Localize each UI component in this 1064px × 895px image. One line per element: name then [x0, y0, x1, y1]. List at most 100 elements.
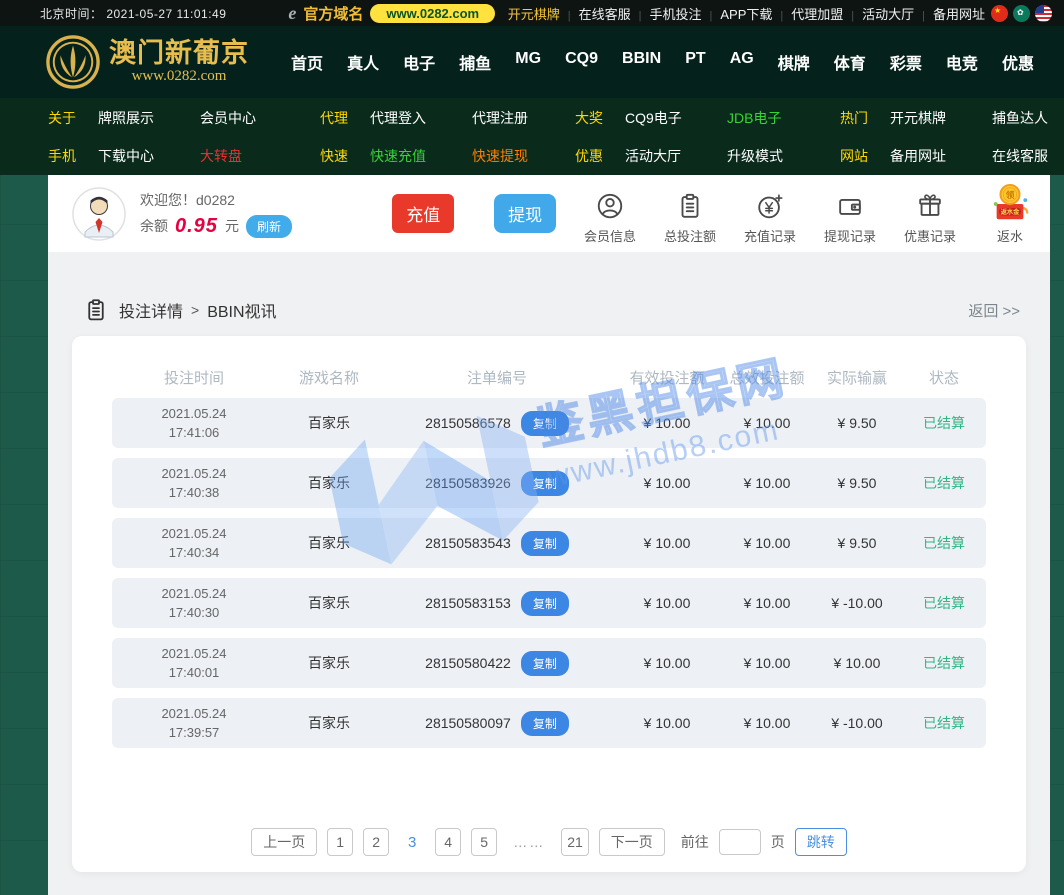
rebate-link[interactable]: 返水金 领 返水 [970, 183, 1050, 245]
main-nav-item[interactable]: 捕鱼 [459, 50, 491, 74]
promo-record-icon [919, 193, 941, 216]
official-domain-group: 官方域名 www.0282.com [288, 3, 496, 24]
copy-button[interactable]: 复制 [520, 710, 569, 736]
member-info-link[interactable]: 会员信息 [570, 183, 650, 245]
page-number-button[interactable]: 5 [471, 828, 498, 856]
user-bar: 欢迎您！d0282 余额 0.95 元 刷新 充值 提现 会员信息 总投注额 充… [48, 175, 1050, 252]
col-header-valid-amount: 有效投注额 [629, 369, 705, 387]
copy-button[interactable]: 复制 [520, 590, 569, 616]
cell-total-amount: ¥ 10.00 [743, 415, 791, 431]
next-page-button[interactable]: 下一页 [598, 828, 665, 856]
cell-win-loss: ¥ 10.00 [833, 655, 881, 671]
jump-button[interactable]: 跳转 [794, 828, 847, 856]
total-bets-link[interactable]: 总投注额 [650, 183, 730, 245]
subnav-link[interactable]: 牌照展示 [98, 108, 200, 128]
main-nav-item[interactable]: 优惠 [1002, 50, 1034, 74]
withdraw-record-link[interactable]: 提现记录 [810, 183, 890, 245]
pagination: 上一页 1 2 3 4 5 …… 21 下一页 前往 页 跳转 [112, 828, 986, 856]
site-logo[interactable]: 澳门新葡京 www.0282.com [46, 35, 249, 89]
member-info-icon [597, 193, 623, 218]
table-row: 2021.05.24 17:41:06 百家乐 28150586578 复制 ¥… [112, 398, 986, 448]
subnav-link[interactable]: 捕鱼达人 [992, 108, 1048, 128]
subnav-link[interactable]: 下载中心 [98, 146, 200, 166]
back-link[interactable]: 返回 >> [968, 300, 1020, 321]
subnav-group-label: 大奖 [575, 109, 603, 126]
language-flags [991, 4, 1052, 22]
main-nav-item[interactable]: PT [685, 50, 705, 74]
usa-flag-icon[interactable] [1035, 4, 1052, 22]
page-number-button[interactable]: 2 [363, 828, 390, 856]
goto-page-input[interactable] [718, 829, 761, 855]
topbar-link[interactable]: 手机投注 [649, 4, 720, 23]
subnav-link[interactable]: 代理注册 [472, 108, 528, 128]
china-flag-icon[interactable] [991, 4, 1008, 22]
main-nav-item[interactable]: CQ9 [565, 50, 598, 74]
cell-game-name: 百家乐 [308, 715, 350, 731]
subnav-link[interactable]: 代理登入 [370, 108, 472, 128]
subnav-link[interactable]: 在线客服 [992, 146, 1048, 166]
subnav-link[interactable]: CQ9电子 [625, 108, 727, 128]
subnav-link[interactable]: 大转盘 [200, 146, 242, 166]
main-nav-item[interactable]: 棋牌 [778, 50, 810, 74]
subnav-group: 热门 开元棋牌 捕鱼达人 [840, 99, 1064, 137]
subnav-link[interactable]: 升级模式 [727, 146, 783, 166]
topbar-link[interactable]: 在线客服 [579, 4, 650, 23]
cell-total-amount: ¥ 10.00 [743, 655, 791, 671]
topbar-link[interactable]: 备用网址 [933, 4, 985, 23]
macau-flag-icon[interactable] [1013, 4, 1030, 22]
col-header-bet-id: 注单编号 [466, 369, 527, 387]
quick-links: 会员信息 总投注额 充值记录 提现记录 优惠记录 返水金 领 返水 [570, 183, 1050, 245]
subnav-link[interactable]: JDB电子 [727, 108, 781, 128]
page-number-button[interactable]: 21 [561, 828, 589, 856]
copy-button[interactable]: 复制 [520, 470, 569, 496]
main-nav-item[interactable]: BBIN [622, 50, 661, 74]
main-nav-item[interactable]: 体育 [834, 50, 866, 74]
subnav-group-label: 热门 [840, 109, 868, 126]
deposit-button[interactable]: 充值 [392, 194, 455, 233]
withdraw-button[interactable]: 提现 [494, 194, 557, 233]
main-nav-item[interactable]: 真人 [347, 50, 379, 74]
quick-link-label: 提现记录 [824, 228, 877, 244]
copy-button[interactable]: 复制 [520, 530, 569, 556]
page-number-button[interactable]: 4 [435, 828, 462, 856]
page-number-button[interactable]: 3 [399, 828, 425, 856]
subnav-link[interactable]: 备用网址 [890, 146, 992, 166]
subnav-link[interactable]: 快速提现 [472, 146, 528, 166]
main-nav-item[interactable]: 彩票 [890, 50, 922, 74]
breadcrumb: 投注详情 > BBIN视讯 返回 >> [48, 252, 1050, 322]
main-nav-item[interactable]: 电竞 [946, 50, 978, 74]
main-nav-item[interactable]: MG [515, 50, 541, 74]
table-header: 投注时间 游戏名称 注单编号 有效投注额 总效投注额 实际输赢 状态 [112, 356, 986, 398]
page-number-button[interactable]: …… [507, 828, 551, 856]
subnav-link[interactable]: 会员中心 [200, 108, 256, 128]
cell-total-amount: ¥ 10.00 [743, 475, 791, 491]
subnav-group-label: 关于 [48, 109, 76, 126]
topbar-link[interactable]: 开元棋牌 [508, 4, 579, 23]
deposit-record-link[interactable]: 充值记录 [730, 183, 810, 245]
subnav-link[interactable]: 活动大厅 [625, 146, 727, 166]
bet-id-text: 28150583153 [425, 595, 511, 611]
beijing-time: 北京时间： 2021-05-27 11:01:49 [40, 6, 227, 21]
official-domain-pill[interactable]: www.0282.com [370, 3, 496, 23]
main-nav-item[interactable]: 首页 [291, 50, 323, 74]
promo-record-link[interactable]: 优惠记录 [890, 183, 970, 245]
cell-bet-time: 2021.05.24 17:40:38 [161, 465, 227, 501]
page-number-button[interactable]: 1 [327, 828, 354, 856]
subnav-link[interactable]: 开元棋牌 [890, 108, 992, 128]
copy-button[interactable]: 复制 [520, 650, 569, 676]
breadcrumb-separator: > [191, 302, 200, 318]
cell-total-amount: ¥ 10.00 [743, 715, 791, 731]
clipboard-icon [84, 298, 108, 322]
copy-button[interactable]: 复制 [520, 410, 569, 436]
subnav-group: 优惠 活动大厅 升级模式 [575, 137, 840, 175]
topbar-link[interactable]: 活动大厅 [862, 4, 933, 23]
refresh-balance-button[interactable]: 刷新 [245, 214, 292, 238]
table-row: 2021.05.24 17:40:34 百家乐 28150583543 复制 ¥… [112, 518, 986, 568]
topbar-link[interactable]: APP下载 [720, 4, 791, 23]
subnav-link[interactable]: 快速充值 [370, 146, 472, 166]
main-nav-item[interactable]: AG [730, 50, 754, 74]
prev-page-button[interactable]: 上一页 [251, 828, 318, 856]
topbar-link[interactable]: 代理加盟 [791, 4, 862, 23]
subnav-group: 快速 快速充值 快速提现 [320, 137, 575, 175]
main-nav-item[interactable]: 电子 [403, 50, 435, 74]
